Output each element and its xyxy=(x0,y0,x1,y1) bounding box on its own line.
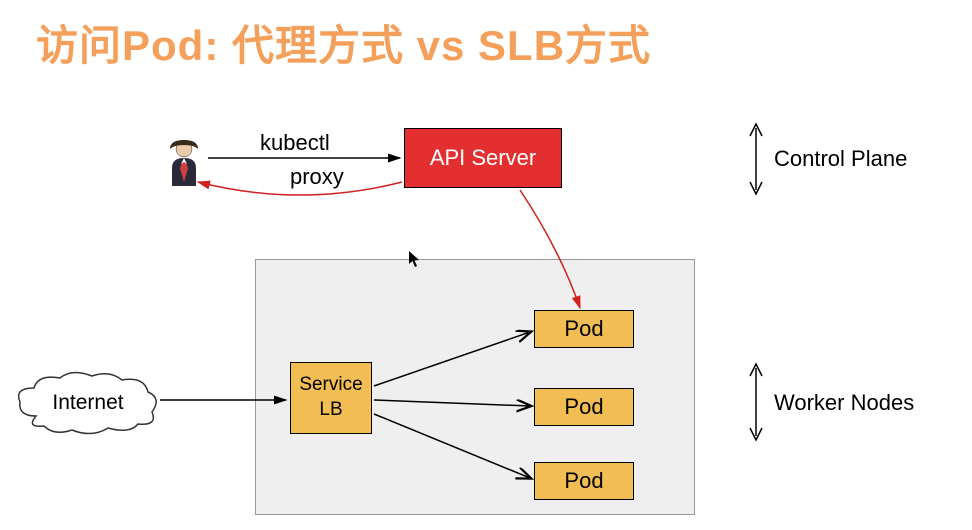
pod-box-3: Pod xyxy=(534,462,634,500)
proxy-label: proxy xyxy=(290,164,344,190)
pod-box-2: Pod xyxy=(534,388,634,426)
api-server-box: API Server xyxy=(404,128,562,188)
page-title: 访问Pod: 代理方式 vs SLB方式 xyxy=(36,12,651,73)
internet-label: Internet xyxy=(52,391,123,415)
user-icon xyxy=(164,138,204,186)
worker-nodes-label: Worker Nodes xyxy=(774,390,914,416)
pod-box-1: Pod xyxy=(534,310,634,348)
internet-cloud: Internet xyxy=(28,382,148,424)
service-label-2: LB xyxy=(319,398,342,423)
service-label-1: Service xyxy=(299,373,362,398)
kubectl-label: kubectl xyxy=(260,130,330,156)
control-plane-label: Control Plane xyxy=(774,146,907,172)
service-lb-box: Service LB xyxy=(290,362,372,434)
